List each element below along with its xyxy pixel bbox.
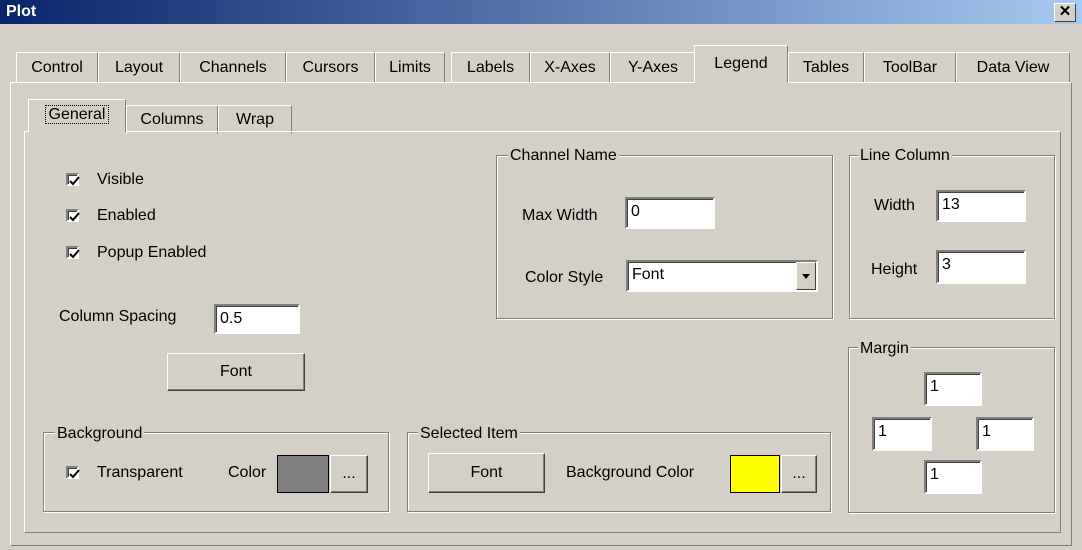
- close-button[interactable]: ✕: [1054, 3, 1076, 22]
- checkmark-icon: [69, 249, 80, 259]
- column-spacing-label: Column Spacing: [59, 308, 177, 325]
- selected-item-group-title: Selected Item: [418, 425, 520, 443]
- tab-limits[interactable]: Limits: [375, 52, 445, 83]
- max-width-label: Max Width: [522, 207, 598, 224]
- selected-item-color-swatch[interactable]: [730, 455, 780, 493]
- background-color-swatch[interactable]: [277, 455, 329, 493]
- selected-item-font-button[interactable]: Font: [428, 453, 545, 493]
- line-width-input[interactable]: 13: [936, 190, 1026, 222]
- line-column-group-title: Line Column: [858, 147, 952, 165]
- title-bar: [0, 0, 1082, 24]
- subtab-wrap[interactable]: Wrap: [218, 105, 292, 134]
- margin-right-input[interactable]: 1: [976, 417, 1034, 451]
- enabled-checkbox[interactable]: [66, 209, 80, 222]
- subtab-general-label: General: [44, 105, 110, 124]
- tab-x-axes[interactable]: X-Axes: [530, 52, 610, 83]
- margin-top-input[interactable]: 1: [924, 372, 982, 406]
- background-color-label: Color: [228, 464, 267, 481]
- tab-data-view[interactable]: Data View: [956, 52, 1070, 83]
- background-color-browse-button[interactable]: ...: [330, 455, 368, 493]
- chevron-down-icon[interactable]: [796, 262, 816, 290]
- tab-control[interactable]: Control: [16, 52, 98, 83]
- margin-bottom-input[interactable]: 1: [924, 460, 982, 494]
- subtab-general[interactable]: General: [28, 99, 126, 133]
- height-label: Height: [871, 261, 918, 278]
- max-width-input[interactable]: 0: [625, 197, 715, 229]
- line-column-group: [849, 155, 1055, 319]
- checkmark-icon: [69, 469, 80, 479]
- line-height-input[interactable]: 3: [936, 250, 1026, 284]
- selected-item-color-browse-button[interactable]: ...: [781, 455, 817, 493]
- checkmark-icon: [69, 176, 80, 186]
- tab-cursors[interactable]: Cursors: [286, 52, 375, 83]
- tab-channels[interactable]: Channels: [180, 52, 286, 83]
- background-color-label: Background Color: [566, 464, 695, 481]
- tab-tables[interactable]: Tables: [788, 52, 864, 83]
- margin-group-title: Margin: [858, 340, 911, 358]
- visible-label: Visible: [97, 171, 144, 188]
- tab-labels[interactable]: Labels: [451, 52, 530, 83]
- channel-name-group: [496, 155, 833, 319]
- subtab-columns[interactable]: Columns: [126, 105, 218, 134]
- margin-left-input[interactable]: 1: [872, 417, 932, 451]
- channel-name-group-title: Channel Name: [508, 147, 619, 165]
- popup-enabled-checkbox[interactable]: [66, 246, 80, 259]
- close-icon: ✕: [1058, 3, 1072, 20]
- visible-checkbox[interactable]: [66, 173, 80, 186]
- color-style-label: Color Style: [525, 269, 604, 286]
- enabled-label: Enabled: [97, 207, 156, 224]
- transparent-checkbox[interactable]: [66, 466, 80, 479]
- width-label: Width: [874, 197, 915, 214]
- font-button[interactable]: Font: [167, 353, 305, 391]
- color-style-select[interactable]: Font: [626, 260, 818, 292]
- transparent-label: Transparent: [97, 464, 183, 481]
- tab-toolbar[interactable]: ToolBar: [864, 52, 956, 83]
- window-title: Plot: [6, 3, 37, 20]
- tab-legend[interactable]: Legend: [694, 45, 788, 83]
- popup-enabled-label: Popup Enabled: [97, 244, 207, 261]
- column-spacing-input[interactable]: 0.5: [214, 304, 300, 334]
- tab-layout[interactable]: Layout: [98, 52, 180, 83]
- background-group-title: Background: [55, 425, 145, 443]
- checkmark-icon: [69, 212, 80, 222]
- tab-y-axes[interactable]: Y-Axes: [610, 52, 696, 83]
